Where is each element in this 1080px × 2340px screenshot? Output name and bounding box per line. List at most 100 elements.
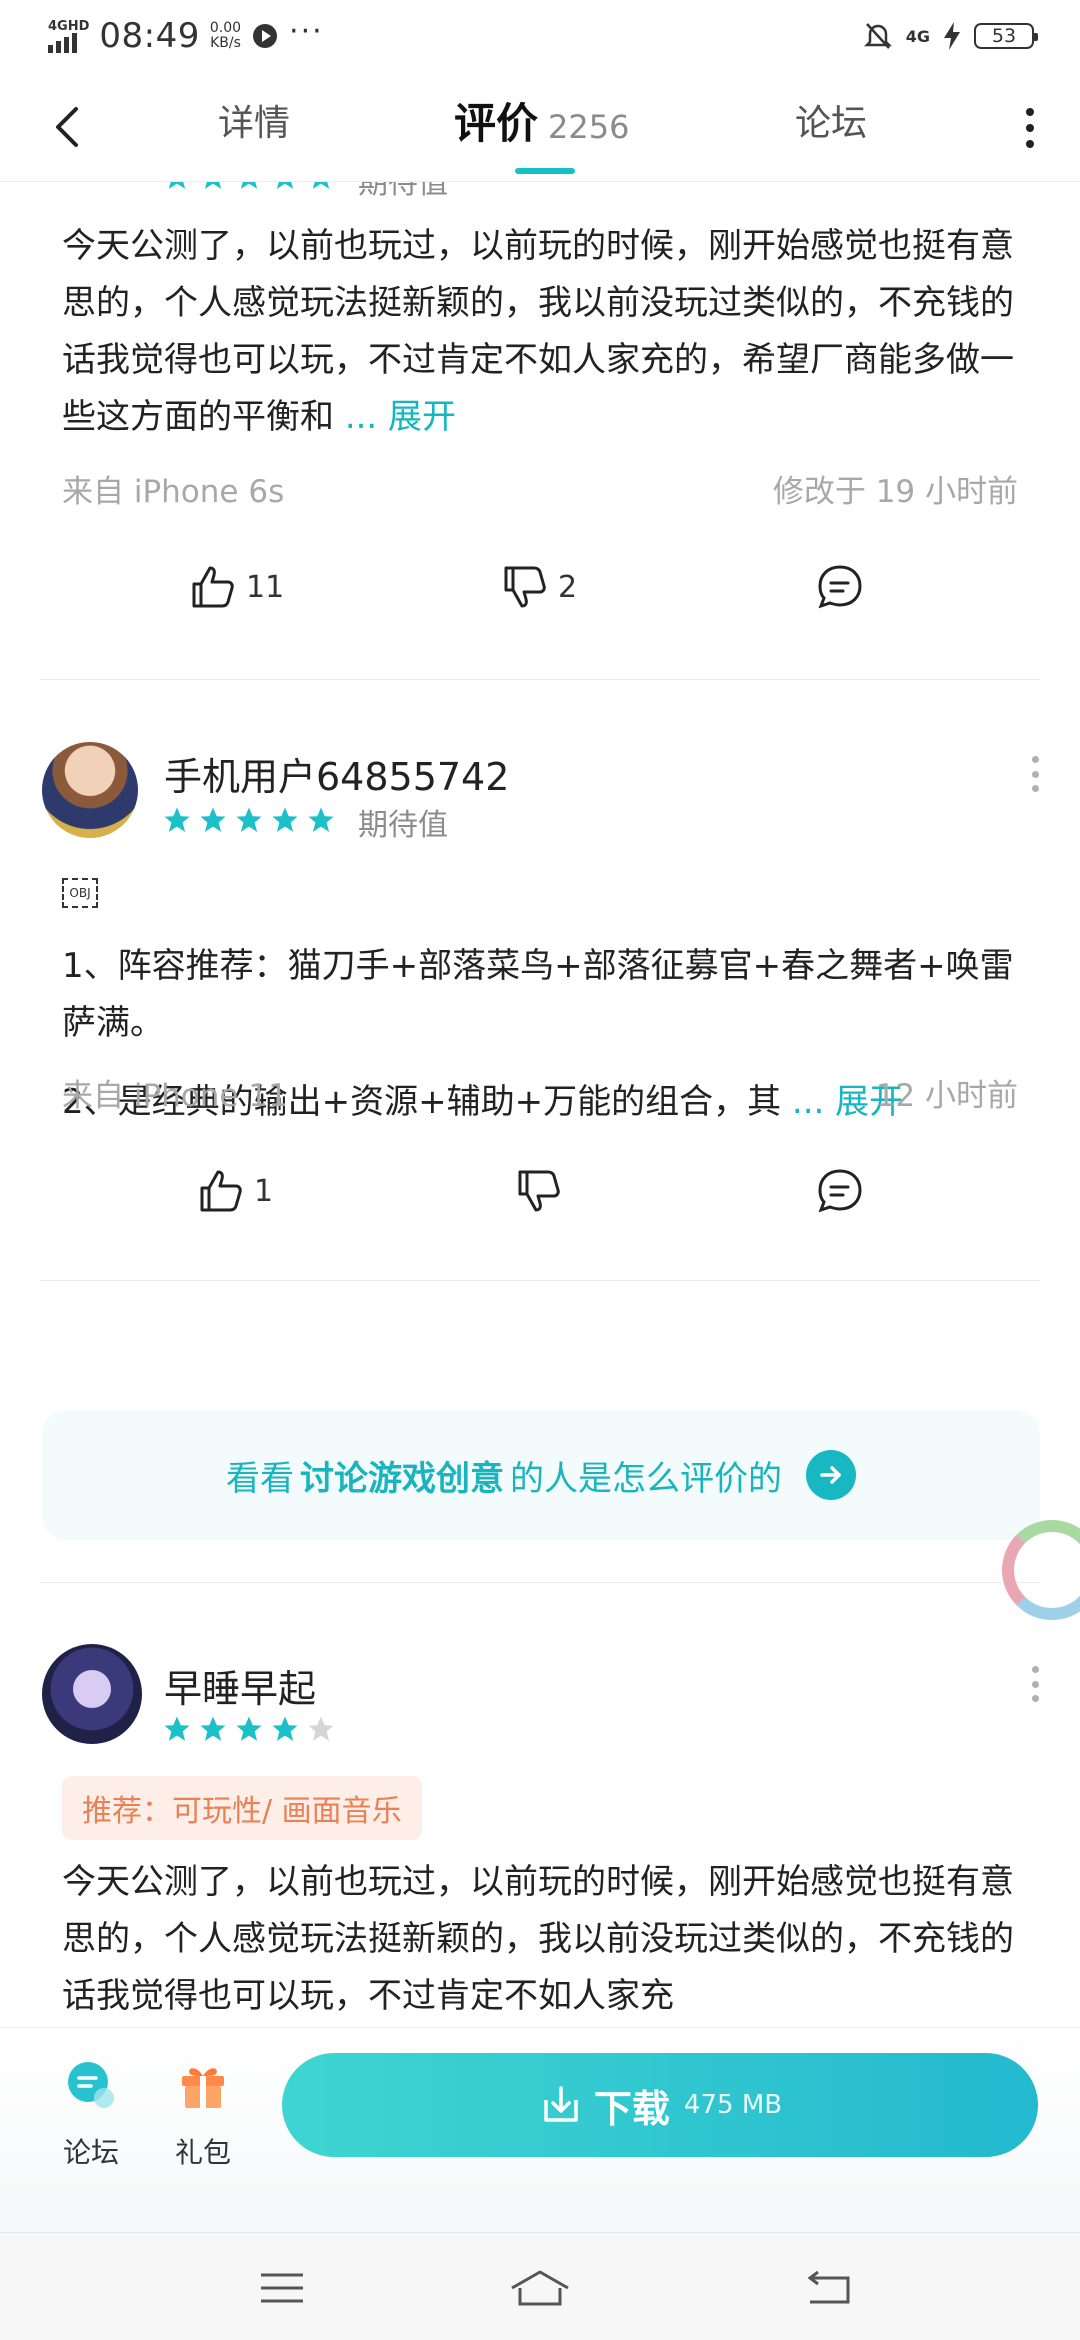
home-icon (511, 2270, 569, 2306)
review-time: 修改于 19 小时前 (772, 474, 1018, 510)
rating-label: 期待值 (358, 182, 448, 201)
tab-forum[interactable]: 论坛 (795, 94, 867, 146)
star-icon (272, 1716, 298, 1741)
divider (40, 1582, 1040, 1583)
signal-icon (48, 32, 89, 53)
speed-unit: KB/s (210, 35, 241, 51)
comment-icon (818, 565, 862, 609)
review-text[interactable]: 今天公测了，以前也玩过，以前玩的时候，刚开始感觉也挺有意思的，个人感觉玩法挺新颖… (62, 218, 1022, 446)
network-type: 4GHD (48, 18, 90, 34)
expand-link[interactable]: ... 展开 (345, 397, 456, 437)
dislike-button[interactable]: 2 (500, 562, 577, 612)
battery-icon: 53 (974, 23, 1038, 49)
chevron-left-icon (56, 107, 78, 147)
star-icon (168, 182, 186, 189)
avatar[interactable] (42, 742, 138, 838)
like-button[interactable]: 1 (196, 1166, 273, 1216)
system-navigation-bar (0, 2232, 1080, 2340)
review-more-button[interactable] (1030, 756, 1040, 792)
gift-label: 礼包 (174, 2136, 231, 2169)
thumbs-down-icon (518, 1170, 560, 1212)
star-rating (162, 1714, 336, 1744)
mute-bell-icon (863, 23, 892, 49)
gift-icon (182, 2068, 224, 2108)
star-icon (236, 1716, 262, 1741)
like-count: 11 (246, 569, 285, 605)
comment-icon (818, 1169, 862, 1213)
discussion-prompt-card[interactable]: 看看 讨论游戏创意 的人是怎么评价的 (42, 1410, 1040, 1540)
signal-4g: 4G (905, 26, 930, 46)
star-rating (162, 182, 336, 192)
tab-reviews-label: 评价 (454, 99, 539, 148)
star-rating (162, 805, 336, 835)
download-icon (544, 2086, 578, 2122)
comment-button[interactable] (815, 562, 865, 612)
more-notifications-icon: ··· (289, 13, 324, 49)
star-icon (272, 807, 298, 832)
comment-button[interactable] (815, 1166, 865, 1216)
battery-level: 53 (991, 25, 1017, 47)
speed-value: 0.00 (209, 20, 242, 36)
rating-label: 期待值 (358, 808, 448, 843)
review-time: 12 小时前 (875, 1078, 1018, 1114)
network-indicator: 4GHD (48, 20, 89, 53)
username[interactable]: 手机用户64855742 (164, 746, 509, 801)
discussion-topic: 讨论游戏创意 (300, 1458, 504, 1499)
star-icon (308, 807, 334, 832)
reviews-count: 2256 (548, 108, 630, 146)
star-icon (276, 182, 294, 189)
divider (40, 1280, 1040, 1281)
menu-icon (261, 2273, 303, 2303)
like-button[interactable]: 11 (188, 562, 284, 612)
back-arrow-icon (807, 2270, 850, 2304)
dislike-count: 2 (558, 569, 578, 605)
download-size: 475 MB (683, 2090, 783, 2120)
discussion-suffix: 的人是怎么评价的 (510, 1458, 782, 1499)
home-button[interactable] (510, 2263, 570, 2313)
gift-button[interactable]: 礼包 (158, 2058, 248, 2171)
reviews-list: 期待值 今天公测了，以前也玩过，以前玩的时候，刚开始感觉也挺有意思的，个人感觉玩… (0, 182, 1080, 2027)
star-icon (164, 807, 190, 832)
download-label: 下载 (593, 2086, 670, 2131)
more-options-button[interactable] (1020, 108, 1040, 148)
review-more-button[interactable] (1030, 1666, 1040, 1702)
media-icon (253, 24, 278, 48)
back-button[interactable] (52, 102, 92, 152)
system-back-button[interactable] (798, 2263, 858, 2313)
download-button[interactable]: 下载 475 MB (282, 2053, 1038, 2157)
review-text[interactable]: 今天公测了，以前也玩过，以前玩的时候，刚开始感觉也挺有意思的，个人感觉玩法挺新颖… (62, 1854, 1022, 2025)
dislike-button[interactable] (514, 1166, 572, 1216)
device-source: 来自 iPhone 6s (62, 474, 285, 510)
star-icon (236, 807, 262, 832)
divider (40, 679, 1040, 680)
forum-label: 论坛 (62, 2136, 119, 2169)
username[interactable]: 早睡早起 (164, 1658, 316, 1713)
forum-button[interactable]: 论坛 (46, 2058, 136, 2171)
review-actions: 11 2 (0, 562, 1080, 622)
arrow-right-icon (806, 1450, 856, 1500)
review-actions: 1 (0, 1166, 1080, 1226)
active-tab-indicator (515, 168, 575, 174)
chat-bubble-icon (68, 2062, 114, 2108)
thumbs-up-icon (200, 1170, 242, 1212)
review-body: 今天公测了，以前也玩过，以前玩的时候，刚开始感觉也挺有意思的，个人感觉玩法挺新颖… (62, 226, 1014, 437)
recent-apps-button[interactable] (252, 2263, 312, 2313)
star-icon (200, 1716, 226, 1741)
thumbs-up-icon (192, 566, 234, 608)
clock: 08:49 (99, 16, 200, 56)
avatar[interactable] (42, 1644, 142, 1744)
bottom-action-bar: 论坛 礼包 下载 475 MB (0, 2027, 1080, 2232)
device-source: 来自 iPhone 11 (62, 1078, 288, 1114)
network-speed: 0.00 KB/s (210, 21, 241, 51)
charging-icon (944, 22, 960, 50)
star-icon (240, 182, 258, 189)
star-icon (164, 1716, 190, 1741)
star-icon (200, 807, 226, 832)
embedded-object: OBJ (62, 878, 98, 908)
tab-detail[interactable]: 详情 (218, 94, 290, 146)
star-icon (204, 182, 222, 189)
recommend-tag: 推荐：可玩性/ 画面音乐 (62, 1776, 422, 1840)
tab-reviews[interactable]: 评价 2256 (454, 90, 629, 151)
discussion-prefix: 看看 (226, 1458, 294, 1499)
status-bar: 4GHD 08:49 0.00 KB/s ··· 4G 53 (0, 0, 1080, 72)
